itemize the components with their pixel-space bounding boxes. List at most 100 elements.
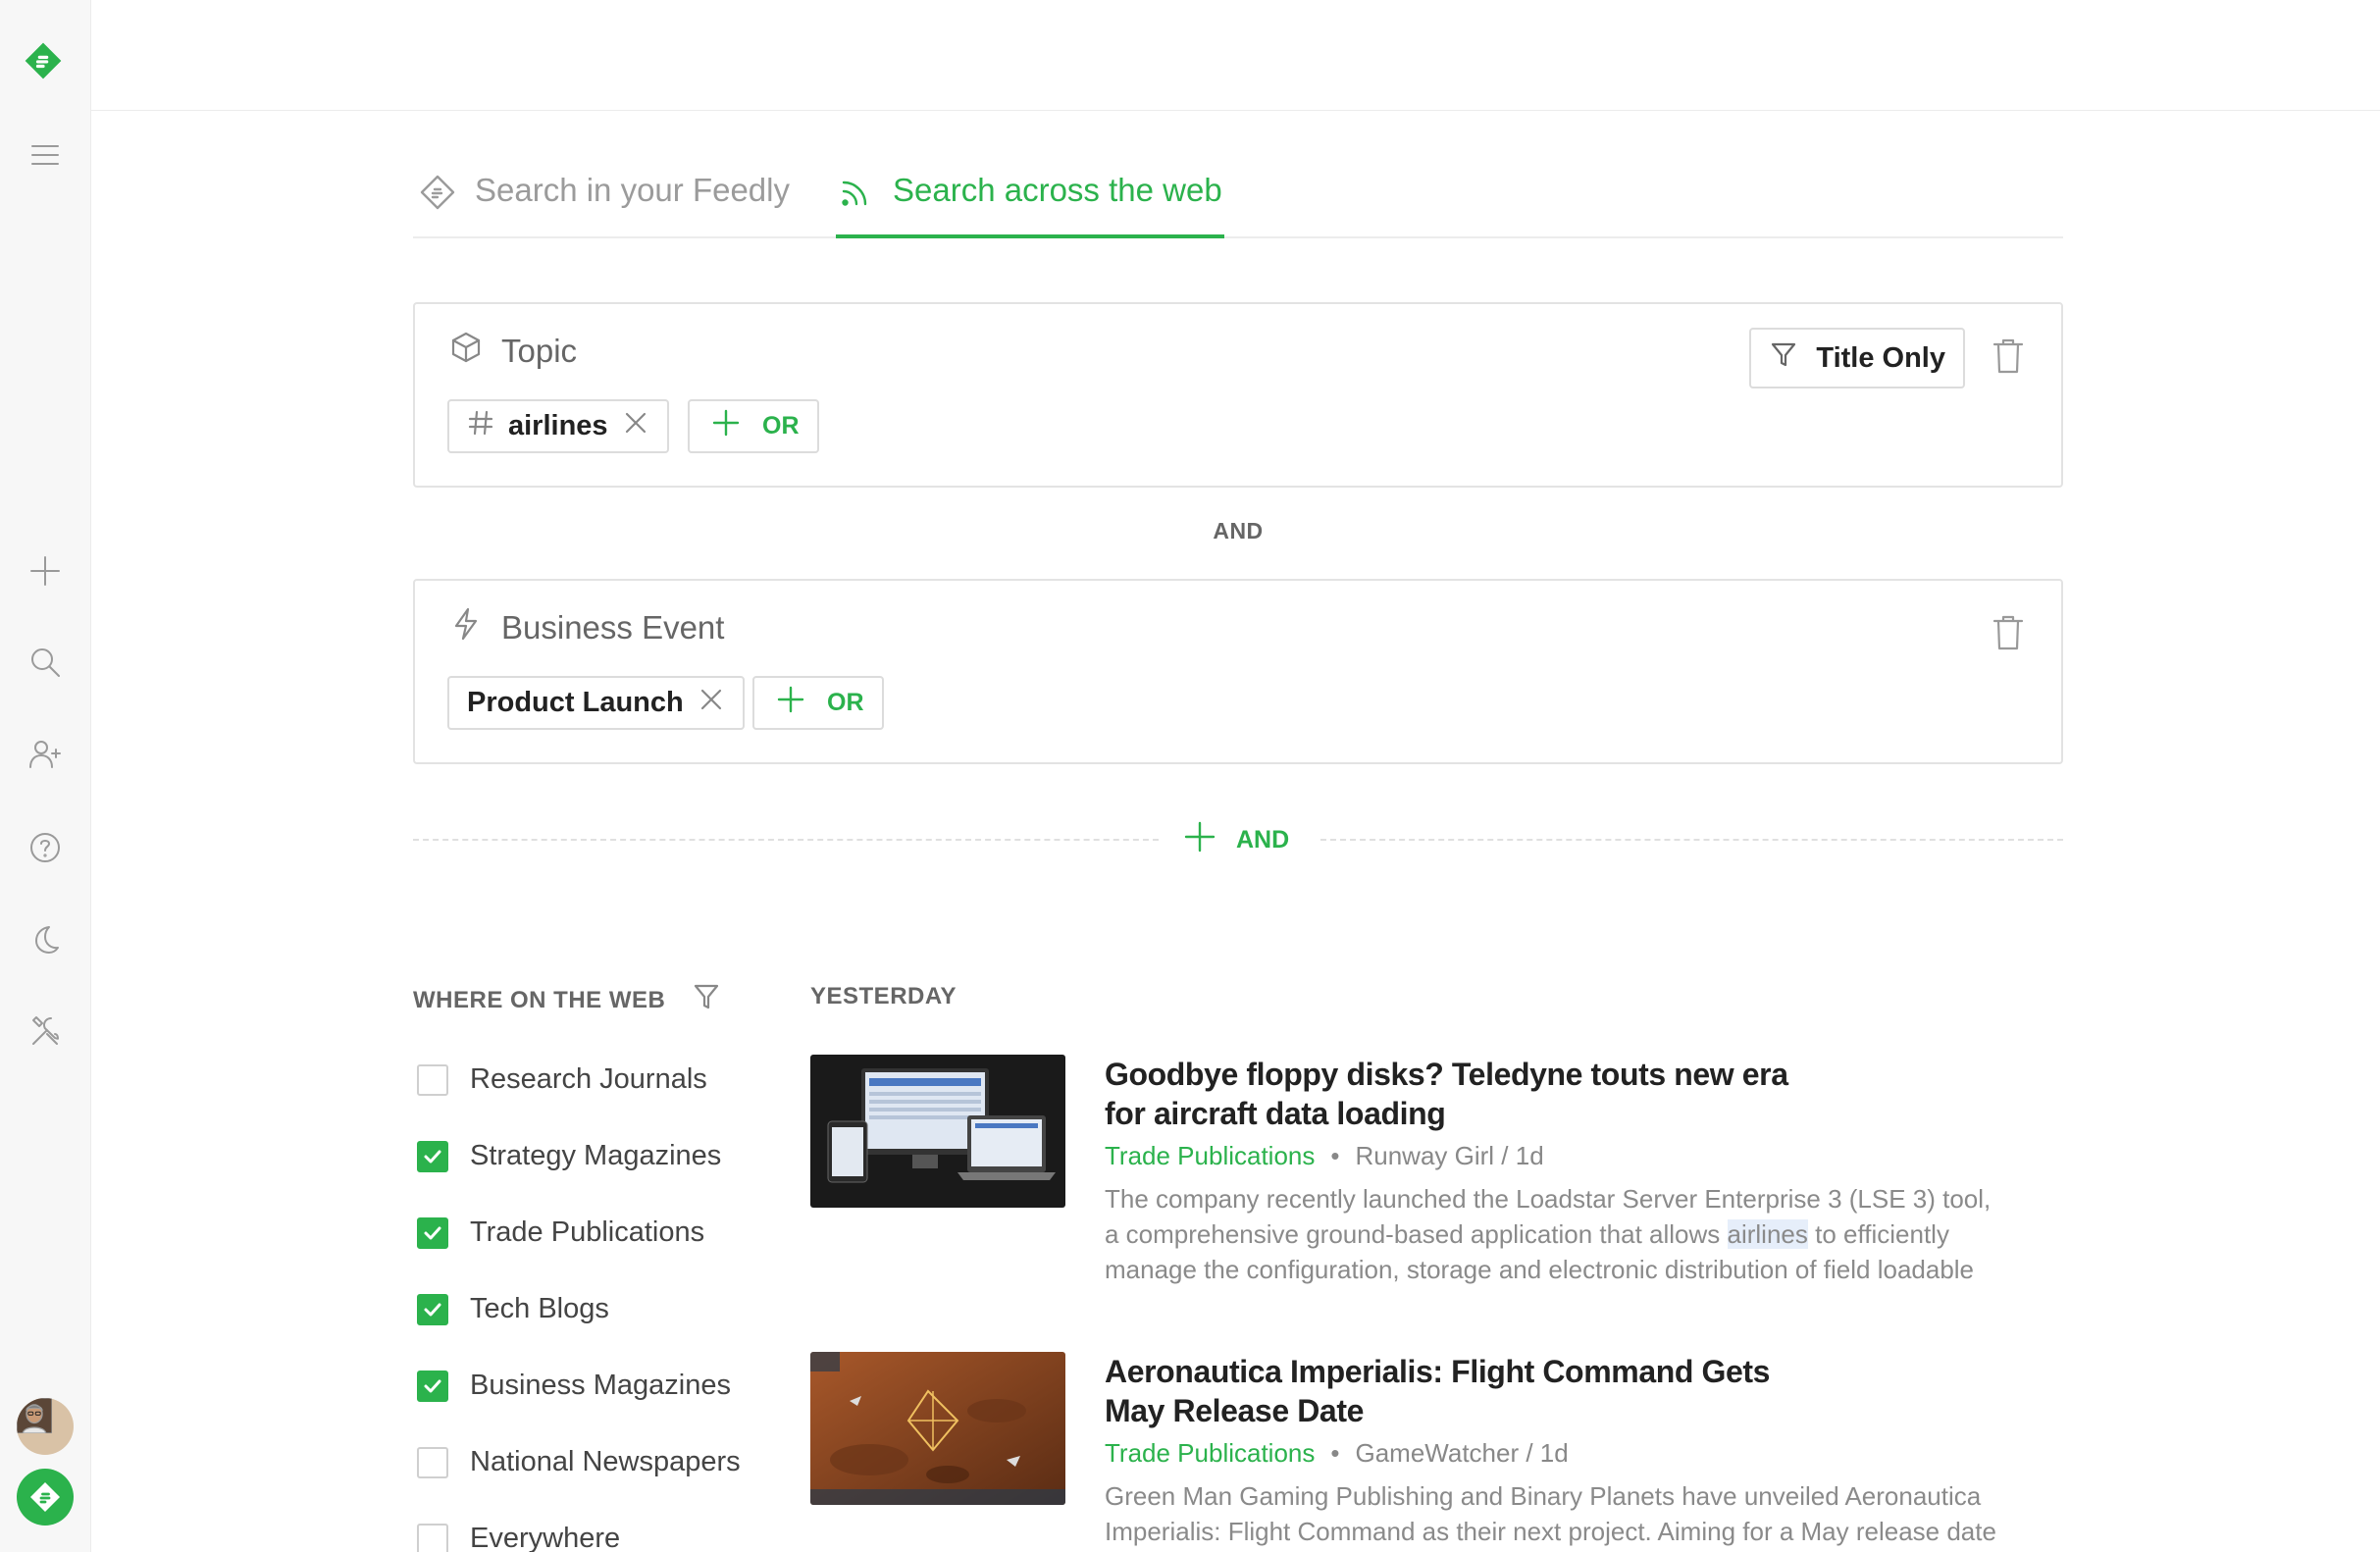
article-body: Goodbye floppy disks? Teledyne touts new… [1105,1055,2027,1287]
filter-label: Tech Blogs [470,1293,609,1324]
title-only-button[interactable]: Title Only [1749,328,1965,388]
keyword-highlight: airlines [1727,1219,1808,1249]
filter-checkbox[interactable] [417,1523,448,1552]
check-icon [424,1226,441,1239]
left-rail [0,0,91,1552]
article-snippet: The company recently launched the Loadst… [1105,1184,1992,1284]
filter-label: Trade Publications [470,1216,705,1248]
topic-chip[interactable]: airlines [447,399,669,453]
filter-option[interactable]: Research Journals [417,1063,707,1096]
filter-option[interactable]: Business Magazines [417,1370,731,1402]
top-bar [91,0,2380,111]
event-chip[interactable]: Product Launch [447,676,745,730]
chip-label: airlines [508,410,608,441]
filter-label: Strategy Magazines [470,1140,722,1171]
filter-checkbox[interactable] [417,1140,448,1172]
topic-card: Topic Title Only airlines OR [413,302,2063,488]
hash-icon [467,409,494,444]
feedly-logo-icon[interactable] [22,39,65,82]
filter-option[interactable]: Trade Publications [417,1216,704,1249]
rss-icon [836,172,875,220]
filter-heading-label: WHERE ON THE WEB [413,986,666,1013]
article-title[interactable]: Goodbye floppy disks? Teledyne touts new… [1105,1055,2027,1133]
button-label: OR [762,412,800,440]
article-meta: Trade Publications • Runway Girl / 1d [1105,1141,2027,1171]
tab-label: Search across the web [893,172,1222,208]
filter-checkbox[interactable] [417,1216,448,1249]
close-icon[interactable] [698,686,725,721]
button-label: Title Only [1816,341,1945,374]
funnel-icon [1769,339,1798,377]
filter-option[interactable]: Everywhere [417,1523,620,1552]
tab-search-in-feedly[interactable]: Search in your Feedly [418,172,790,238]
trash-icon [1991,615,2026,656]
plus-icon [1183,820,1216,860]
card-title: Topic [501,333,578,369]
plus-icon [711,408,741,444]
delete-topic-button[interactable] [1991,336,2026,376]
filter-label: Research Journals [470,1063,707,1095]
filter-checkbox[interactable] [417,1446,448,1478]
filter-label: National Newspapers [470,1446,741,1477]
article-item[interactable]: Goodbye floppy disks? Teledyne touts new… [810,1055,2027,1290]
results-section-label: YESTERDAY [810,983,957,1009]
plus-icon [776,685,805,721]
card-header: Topic [448,330,577,373]
filter-checkbox[interactable] [417,1293,448,1325]
article-body: Aeronautica Imperialis: Flight Command G… [1105,1352,2027,1549]
filter-label: Everywhere [470,1523,621,1552]
check-icon [424,1303,441,1316]
and-separator: AND [1213,518,1264,543]
divider [1320,839,2063,841]
article-meta: Trade Publications • GameWatcher / 1d [1105,1438,2027,1469]
plus-icon[interactable] [24,549,67,593]
filter-heading: WHERE ON THE WEB [413,982,720,1018]
filter-checkbox[interactable] [417,1063,448,1096]
filter-option[interactable]: National Newspapers [417,1446,741,1478]
add-or-event-button[interactable]: OR [752,676,884,730]
search-icon[interactable] [24,641,67,684]
lightning-icon [448,606,484,649]
article-publisher-age: GameWatcher / 1d [1355,1438,1569,1468]
add-and-row: AND [413,820,2063,859]
menu-icon[interactable] [24,133,67,177]
business-event-card: Business Event Product Launch OR [413,579,2063,764]
meta-separator: • [1330,1438,1340,1468]
divider [413,839,1159,841]
funnel-icon[interactable] [693,982,720,1018]
filter-option[interactable]: Tech Blogs [417,1293,609,1325]
card-title: Business Event [501,609,725,646]
article-item[interactable]: Aeronautica Imperialis: Flight Command G… [810,1352,2027,1548]
add-user-icon[interactable] [24,733,67,776]
article-source-category[interactable]: Trade Publications [1105,1438,1315,1468]
article-thumbnail[interactable] [810,1352,1065,1505]
search-tabs: Search in your Feedly Search across the … [413,111,2063,238]
check-icon [424,1379,441,1392]
filter-checkbox[interactable] [417,1370,448,1402]
article-snippet: Green Man Gaming Publishing and Binary P… [1105,1481,1996,1546]
article-title[interactable]: Aeronautica Imperialis: Flight Command G… [1105,1352,2027,1430]
article-source-category[interactable]: Trade Publications [1105,1141,1315,1170]
article-publisher-age: Runway Girl / 1d [1355,1141,1544,1170]
moon-icon[interactable] [24,918,67,961]
trash-icon [1991,338,2026,380]
close-icon[interactable] [622,409,649,444]
button-label: OR [827,689,864,716]
filter-option[interactable]: Strategy Magazines [417,1140,721,1172]
add-or-topic-button[interactable]: OR [688,399,819,453]
add-and-button[interactable]: AND [1183,820,1289,860]
article-thumbnail[interactable] [810,1055,1065,1208]
tab-search-across-web[interactable]: Search across the web [836,172,1224,238]
feedly-outline-icon [418,172,457,220]
chip-label: Product Launch [467,687,684,718]
meta-separator: • [1330,1141,1340,1170]
card-header: Business Event [448,606,724,649]
avatar[interactable] [17,1398,74,1455]
tools-icon[interactable] [24,1010,67,1054]
help-icon[interactable] [24,826,67,869]
check-icon [424,1150,441,1163]
cube-icon [448,330,484,373]
feedly-badge-icon[interactable] [17,1469,74,1526]
button-label: AND [1236,826,1290,854]
delete-event-button[interactable] [1991,613,2026,652]
